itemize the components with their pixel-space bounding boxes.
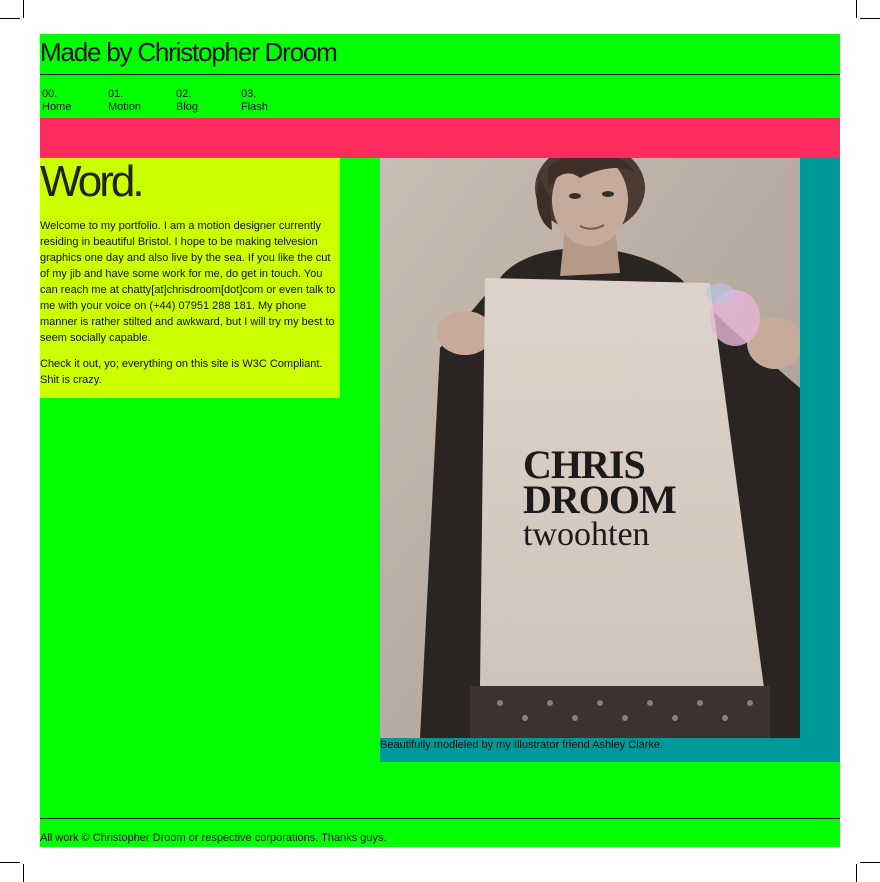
caption-link-ashley-clarke[interactable]: Ashley Clarke — [592, 739, 660, 751]
nav-item-label: Blog — [176, 101, 199, 113]
page-container: Made by Christopher Droom 00. Home 01. M… — [40, 34, 840, 847]
site-title: Made by Christopher Droom — [40, 37, 338, 67]
intro-paragraph: Welcome to my portfolio. I am a motion d… — [40, 220, 336, 344]
accent-band — [40, 118, 840, 158]
nav-item-number: 00. — [42, 88, 58, 100]
nav-item-label: Home — [42, 101, 72, 113]
intro-paragraph-compliance: Check it out, yo; everything on this sit… — [40, 358, 323, 386]
crop-mark — [23, 864, 24, 882]
crop-mark — [860, 862, 880, 863]
header-divider — [40, 74, 840, 75]
nav-item-number: 03. — [241, 88, 257, 100]
crop-mark — [0, 18, 20, 19]
portrait-photo-illustration: CHRIS DROOM twoohten — [380, 158, 800, 738]
crop-mark — [856, 0, 857, 18]
portrait-photo: CHRIS DROOM twoohten — [380, 158, 800, 738]
intro-panel: Word. Welcome to my portfolio. I am a mo… — [40, 158, 340, 398]
nav-item-flash[interactable]: 03. Flash — [241, 88, 268, 114]
photo-caption: Beautifully modleled by my Illustrator f… — [380, 739, 663, 752]
poster-text-line3: twoohten — [523, 516, 650, 553]
nav-item-blog[interactable]: 02. Blog — [176, 88, 198, 114]
crop-mark — [0, 862, 20, 863]
crop-mark — [23, 0, 24, 18]
nav-item-home[interactable]: 00. Home — [42, 88, 71, 114]
intro-heading: Word. — [40, 157, 145, 206]
crop-mark — [860, 18, 880, 19]
caption-end: . — [660, 739, 664, 751]
nav-item-label: Motion — [108, 101, 142, 113]
footer-divider — [40, 818, 840, 819]
photo-frame: CHRIS DROOM twoohten Beautifully modlele… — [380, 158, 840, 762]
nav-item-number: 01. — [108, 88, 124, 100]
nav-item-motion[interactable]: 01. Motion — [108, 88, 141, 114]
caption-text: Beautifully modleled by my Illustrator f… — [380, 739, 593, 751]
nav-item-number: 02. — [176, 88, 192, 100]
nav-item-label: Flash — [241, 101, 268, 113]
crop-mark — [856, 864, 857, 882]
footer-text: All work © Christopher Droom or respecti… — [40, 832, 387, 844]
